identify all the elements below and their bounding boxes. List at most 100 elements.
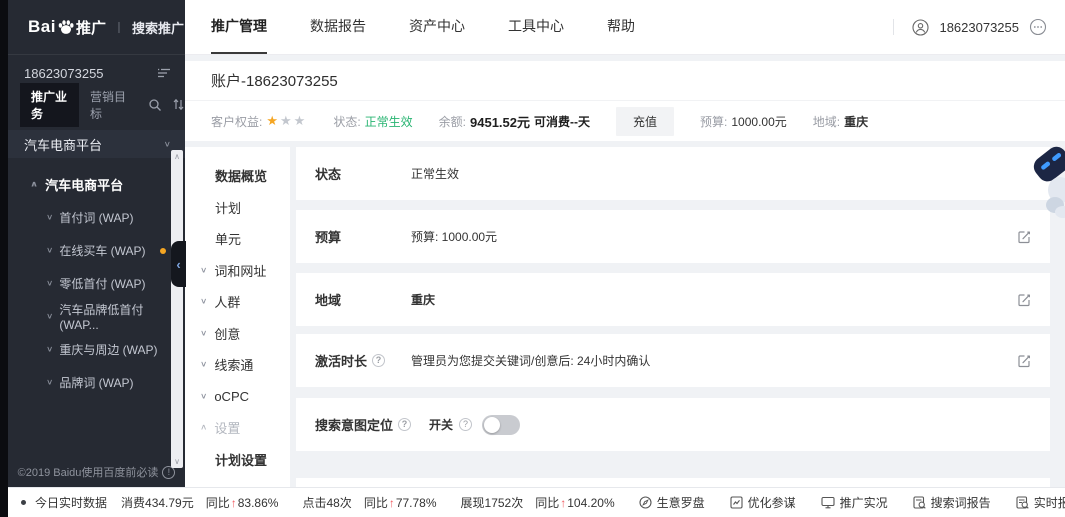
filter-icon[interactable] [157, 67, 171, 79]
nav-right-group: 18623073255 [893, 0, 1065, 54]
link-label: 生意罗盘 [656, 496, 705, 510]
status-label: 状态: [333, 114, 361, 129]
menu-label: 人群 [214, 295, 241, 311]
tree-item-label: 在线买车 (WAP) [59, 244, 146, 258]
menu-item-data-overview[interactable]: 数据概览 [185, 160, 290, 192]
star-gray-icon [294, 113, 308, 128]
chevron-down-icon [200, 360, 207, 369]
panel-activation: 激活时长 管理员为您提交关键词/创意后: 24小时内确认 [296, 334, 1050, 387]
menu-item-leads[interactable]: 线索通 [185, 349, 290, 381]
activation-label-text: 激活时长 [315, 354, 368, 369]
panel-status-label: 状态 [315, 167, 342, 182]
menu-item-ocpc[interactable]: oCPC [185, 381, 290, 413]
chevron-down-icon [164, 140, 171, 149]
panel-region-value: 重庆 [411, 293, 436, 307]
chevron-up-icon [200, 423, 207, 432]
sidebar-tabs: 推广业务 营销目标 [8, 82, 185, 127]
nav-asset-center[interactable]: 资产中心 [409, 0, 465, 54]
search-icon[interactable] [148, 98, 162, 112]
menu-label: 线索通 [214, 358, 254, 374]
chevron-down-icon [200, 297, 207, 306]
status-dot [21, 500, 26, 505]
tree-item[interactable]: 重庆与周边 (WAP) [8, 333, 169, 366]
tab-marketing-goal[interactable]: 营销目标 [79, 83, 138, 127]
nav-user-phone[interactable]: 18623073255 [939, 20, 1019, 35]
menu-item-words-urls[interactable]: 词和网址 [185, 255, 290, 287]
statusbar-links: 生意罗盘 优化参谋 推广实况 搜索词报告 实时报告 历史操作记录 [639, 494, 1065, 511]
logo-text-bai: Bai [28, 17, 56, 36]
edit-icon[interactable] [1017, 292, 1032, 307]
tree-item[interactable]: 在线买车 (WAP) [8, 234, 169, 267]
edit-icon[interactable] [1017, 353, 1032, 368]
panel-budget-value: 预算: 1000.00元 [411, 230, 498, 244]
region-label: 地域: [812, 114, 841, 129]
scroll-down-arrow[interactable] [171, 457, 183, 466]
nav-help[interactable]: 帮助 [607, 0, 635, 54]
nav-data-report[interactable]: 数据报告 [310, 0, 366, 54]
link-promotion-live[interactable]: 推广实况 [821, 494, 888, 511]
impressions-compare: 同比 ↑ 104.20% [535, 494, 614, 511]
chevron-down-icon [200, 329, 207, 338]
compare-label: 同比 [363, 496, 388, 510]
tree-item[interactable]: 首付词 (WAP) [8, 201, 169, 234]
baidu-logo[interactable]: Bai 推广 丨 搜索推广 [8, 0, 185, 55]
clicks-compare: 同比 ↑ 77.78% [364, 494, 437, 511]
logo-text-sub-product: 搜索推广 [132, 20, 185, 36]
sort-icon[interactable] [172, 98, 185, 111]
chevron-down-icon [46, 246, 53, 255]
region-value: 重庆 [844, 114, 869, 129]
panel-search-intent: 搜索意图定位 开关 [296, 398, 1050, 451]
toggle-knob [484, 416, 501, 433]
compare-label: 同比 [535, 496, 560, 510]
main-content: 账户-18623073255 客户权益: 状态: 正常生效 余额: 9451.5… [185, 56, 1065, 487]
nav-tool-center[interactable]: 工具中心 [508, 0, 564, 54]
compare-value: 77.78% [395, 495, 437, 510]
panel-status: 状态 正常生效 [296, 147, 1050, 200]
campaign-tree: 汽车电商平台 首付词 (WAP) 在线买车 (WAP) 零低首付 (WAP) 汽… [8, 168, 169, 399]
platform-dropdown[interactable]: 汽车电商平台 [8, 130, 185, 158]
menu-item-audience[interactable]: 人群 [185, 286, 290, 318]
panel-activation-value: 管理员为您提交关键词/创意后: 24小时内确认 [411, 354, 651, 368]
menu-label: 词和网址 [214, 263, 267, 279]
link-search-term-report[interactable]: 搜索词报告 [913, 494, 991, 511]
tree-item[interactable]: 零低首付 (WAP) [8, 267, 169, 300]
nav-promotion-management[interactable]: 推广管理 [211, 0, 267, 54]
menu-item-settings[interactable]: 设置 [185, 412, 290, 444]
menu-item-plan[interactable]: 计划 [185, 192, 290, 224]
account-balance: 余额: 9451.52元 可消费--天 [439, 112, 590, 131]
help-icon[interactable] [398, 418, 412, 431]
platform-dropdown-label: 汽车电商平台 [24, 137, 103, 153]
edit-icon[interactable] [1017, 229, 1032, 244]
intent-toggle-off[interactable] [482, 414, 521, 435]
help-icon[interactable] [459, 418, 473, 431]
logo-divider: 丨 [112, 20, 125, 35]
sidebar-collapse-handle[interactable] [171, 241, 186, 287]
scroll-up-arrow[interactable] [171, 152, 183, 161]
chevron-up-icon [30, 180, 38, 189]
menu-item-unit[interactable]: 单元 [185, 223, 290, 255]
link-business-compass[interactable]: 生意罗盘 [639, 494, 705, 511]
account-info-bar: 客户权益: 状态: 正常生效 余额: 9451.52元 可消费--天 充值 预算… [185, 101, 1065, 141]
menu-item-plan-settings[interactable]: 计划设置 [185, 444, 290, 476]
star-gray-icon [280, 113, 294, 128]
budget-label: 预算: [700, 114, 728, 129]
tree-root-item[interactable]: 汽车电商平台 [8, 168, 169, 201]
tree-root-label: 汽车电商平台 [45, 178, 124, 193]
help-icon[interactable] [372, 354, 386, 367]
tree-item[interactable]: 汽车品牌低首付 (WAP... [8, 300, 169, 333]
more-options-icon[interactable] [1029, 18, 1047, 36]
tree-item-label: 首付词 (WAP) [59, 211, 134, 225]
tree-item-label: 零低首付 (WAP) [59, 277, 146, 291]
tab-promotion-business[interactable]: 推广业务 [20, 82, 79, 127]
menu-item-creative[interactable]: 创意 [185, 318, 290, 350]
sidebar-scrollbar[interactable] [171, 150, 183, 468]
star-rating [266, 113, 307, 129]
tree-item[interactable]: 品牌词 (WAP) [8, 366, 169, 399]
balance-note: 可消费--天 [534, 114, 591, 129]
link-realtime-report[interactable]: 实时报告 [1016, 494, 1065, 511]
compare-label: 同比 [205, 496, 230, 510]
recharge-button[interactable]: 充值 [616, 106, 675, 136]
panel-intent-label: 搜索意图定位 [315, 415, 429, 434]
link-optimization-advisor[interactable]: 优化参谋 [730, 494, 796, 511]
user-icon[interactable] [912, 18, 930, 36]
